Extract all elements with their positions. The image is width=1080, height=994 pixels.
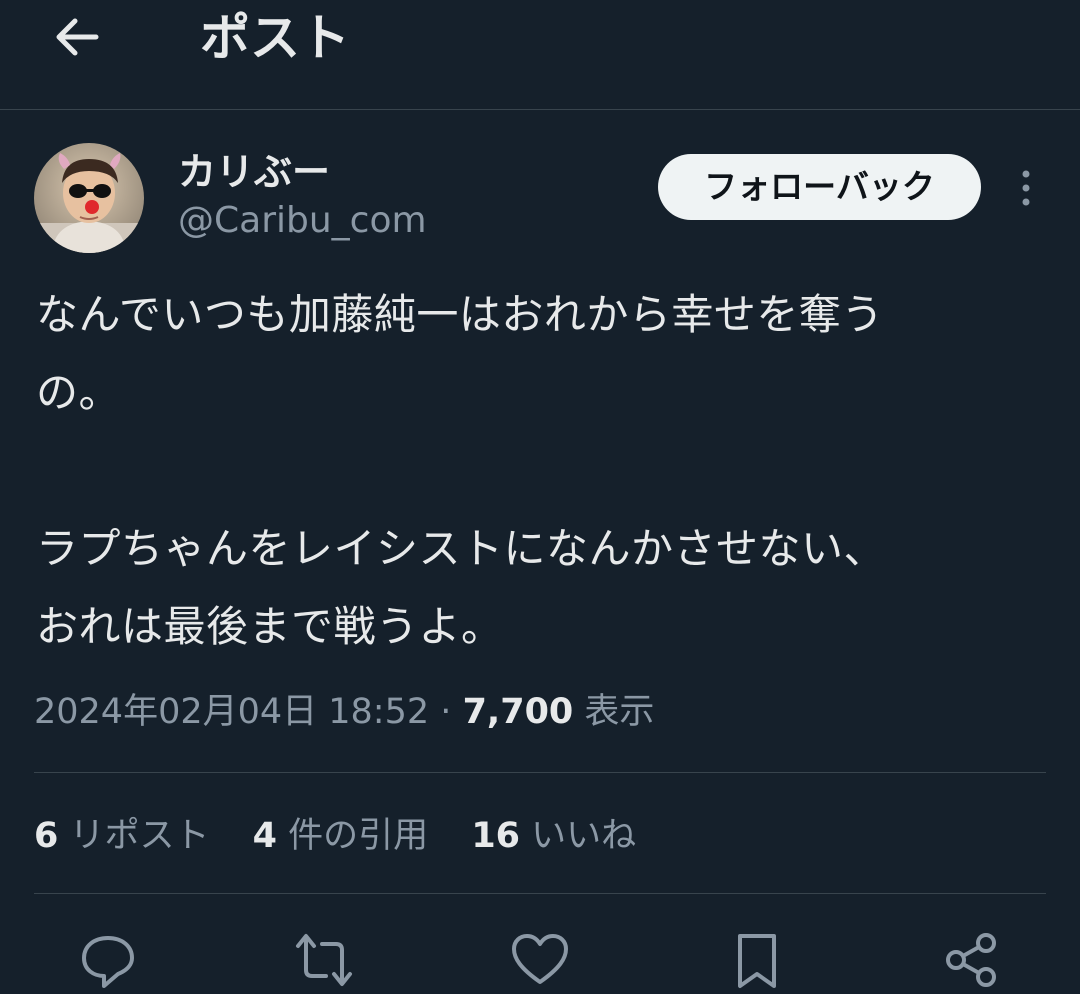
divider — [34, 772, 1046, 773]
repost-button[interactable] — [294, 930, 354, 986]
author-display-name[interactable]: カリぶー — [178, 148, 330, 196]
tweet-line: ラプちゃんをレイシストになんかさせない、 — [36, 524, 887, 573]
likes-stat[interactable]: 16 いいね — [471, 812, 636, 860]
tweet-line: おれは最後まで戦うよ。 — [36, 602, 504, 651]
reposts-stat[interactable]: 6 リポスト — [34, 812, 210, 860]
views-count: 7,700 — [462, 692, 574, 732]
quotes-label: 件の引用 — [288, 816, 429, 856]
views-label: 表示 — [584, 692, 655, 732]
quotes-stat[interactable]: 4 件の引用 — [253, 812, 429, 860]
reply-button[interactable] — [78, 930, 138, 988]
tweet-meta: 2024年02月04日 18:52 · 7,700 表示 — [34, 688, 654, 736]
follow-back-button[interactable]: フォローバック — [658, 154, 981, 220]
avatar[interactable] — [34, 143, 144, 253]
likes-count: 16 — [471, 816, 521, 856]
tweet-line: の。 — [36, 368, 122, 417]
avatar-image — [34, 143, 144, 253]
bookmark-button[interactable] — [728, 930, 788, 988]
reply-icon — [82, 936, 134, 988]
more-vertical-icon — [1022, 170, 1030, 206]
page-title: ポスト — [200, 9, 350, 67]
bookmark-icon — [738, 934, 776, 988]
reposts-count: 6 — [34, 816, 59, 856]
share-button[interactable] — [942, 930, 1002, 987]
like-icon — [512, 934, 568, 984]
likes-label: いいね — [531, 816, 637, 856]
repost-icon — [296, 934, 352, 986]
engagement-stats: 6 リポスト 4 件の引用 16 いいね — [34, 812, 668, 860]
tweet-text: なんでいつも加藤純一はおれから幸せを奪う の。 ラプちゃんをレイシストになんかさ… — [36, 276, 1046, 666]
tweet-line: なんでいつも加藤純一はおれから幸せを奪う — [36, 290, 884, 339]
more-button[interactable] — [1006, 166, 1046, 210]
quotes-count: 4 — [252, 816, 278, 856]
top-bar: ポスト — [0, 0, 1080, 110]
reposts-label: リポスト — [69, 816, 210, 856]
meta-separator: · — [440, 692, 452, 732]
like-button[interactable] — [510, 930, 570, 984]
author-handle[interactable]: @Caribu_com — [178, 198, 427, 244]
arrow-left-icon — [56, 18, 99, 56]
divider — [34, 893, 1046, 894]
share-icon — [946, 933, 996, 987]
back-button[interactable] — [48, 8, 106, 66]
tweet-timestamp[interactable]: 2024年02月04日 18:52 — [34, 692, 429, 732]
